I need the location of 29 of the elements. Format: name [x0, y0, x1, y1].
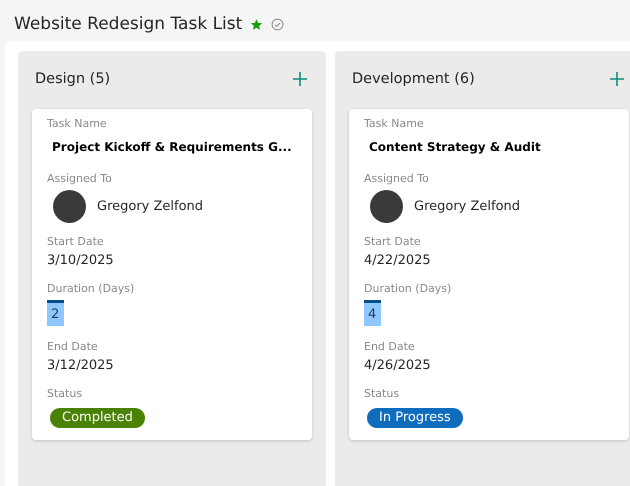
field-label: Task Name: [47, 117, 108, 130]
task-name: Content Strategy & Audit: [369, 140, 542, 154]
end-date: 4/26/2025: [364, 358, 432, 373]
assignee-name: Gregory Zelfond: [414, 199, 520, 214]
field-label: Start Date: [47, 235, 105, 248]
field-label: Start Date: [364, 235, 422, 248]
field-label: Duration (Days): [47, 282, 136, 295]
field-label: Assigned To: [47, 172, 113, 185]
duration-value: 2: [47, 300, 64, 326]
start-date: 4/22/2025: [364, 253, 432, 268]
field-label: Assigned To: [364, 172, 430, 185]
page-title: Website Redesign Task List: [14, 14, 242, 34]
start-date: 3/10/2025: [47, 253, 115, 268]
field-label: Task Name: [364, 117, 425, 130]
task-card[interactable]: Task Name Project Kickoff & Requirements G... Assigned To Gregory Zelfond Start Date 3/10/2025 Duration (Days) 2 End Date 3/12/2025 Status Completed: [32, 109, 312, 440]
field-label: Status: [47, 387, 84, 400]
task-card[interactable]: Task Name Content Strategy & Audit Assigned To Gregory Zelfond Start Date 4/22/2025 Duration (Days) 4 End Date 4/26/2025 Status In Progress: [349, 109, 629, 440]
field-label: End Date: [364, 340, 416, 353]
field-label: Duration (Days): [364, 282, 452, 295]
column-title: Development (6): [352, 71, 475, 87]
status-pill: In Progress: [367, 408, 463, 428]
status-pill: Completed: [50, 408, 145, 428]
column-title: Design (5): [35, 71, 110, 87]
field-label: Status: [364, 387, 400, 400]
field-label: End Date: [47, 340, 99, 353]
duration-value: 4: [364, 300, 382, 326]
assignee-name: Gregory Zelfond: [97, 199, 204, 214]
end-date: 3/12/2025: [47, 358, 115, 373]
task-name: Project Kickoff & Requirements G...: [52, 140, 293, 154]
